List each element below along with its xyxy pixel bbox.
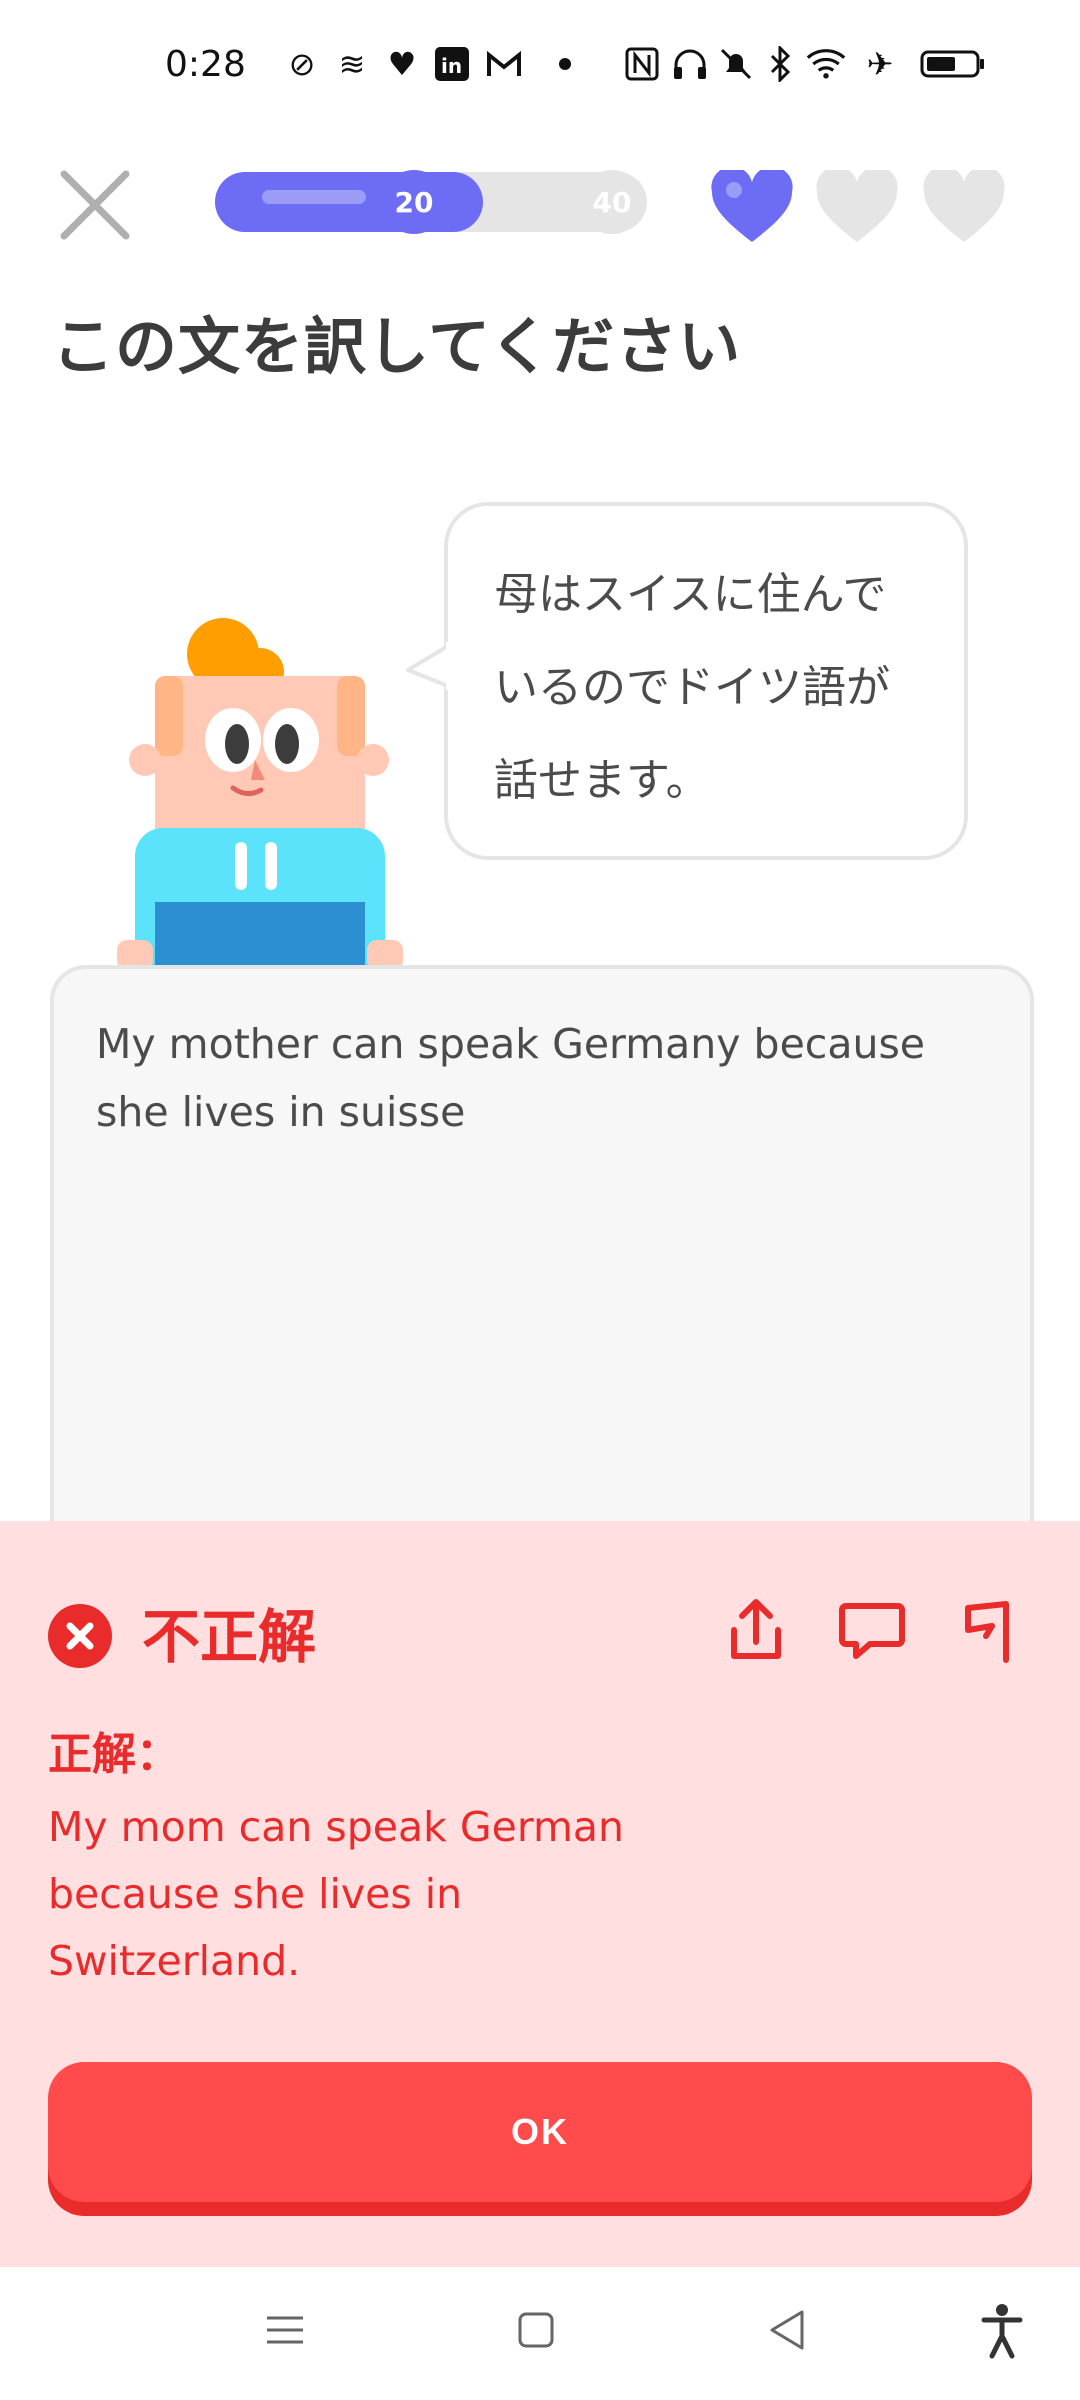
status-time: 0:28: [165, 44, 246, 85]
share-icon[interactable]: [720, 1594, 792, 1666]
correct-answer-label: 正解：: [48, 1729, 180, 1780]
home-icon[interactable]: [506, 2300, 566, 2360]
incorrect-icon: [48, 1604, 112, 1668]
nfc-icon: [622, 44, 662, 84]
airplane-icon: ✈: [866, 45, 894, 83]
correct-answer-line: Switzerland.: [48, 1937, 301, 1985]
headphones-icon: [670, 44, 710, 84]
back-icon[interactable]: [758, 2300, 818, 2360]
accessibility-icon[interactable]: [972, 2300, 1032, 2360]
speech-bubble-tail: [404, 642, 454, 690]
heart-app-icon: ♥: [387, 45, 417, 83]
flag-icon[interactable]: [954, 1594, 1026, 1666]
close-icon[interactable]: [58, 168, 132, 242]
correct-answer-line: My mom can speak German: [48, 1803, 625, 1851]
correct-answer: My mom can speak German because she live…: [48, 1794, 688, 1995]
bluetooth-icon: [760, 44, 800, 84]
character-illustration: [115, 610, 405, 972]
linkedin-icon: in: [432, 44, 472, 84]
svg-text:in: in: [441, 54, 462, 78]
answer-line: she lives in suisse: [96, 1088, 466, 1136]
heart-empty-icon: [922, 166, 1006, 244]
ok-button[interactable]: OK: [48, 2062, 1032, 2202]
gmail-icon: [484, 44, 524, 84]
milestone-40: 40: [580, 170, 644, 234]
answer-text: My mother can speak Germany because she …: [96, 1010, 976, 1146]
comment-icon[interactable]: [836, 1594, 908, 1666]
heart-empty-icon: [815, 166, 899, 244]
prompt-line: 話せます。: [494, 755, 710, 806]
correct-answer-line: because she lives in: [48, 1870, 463, 1918]
milestone-20: 20: [382, 170, 446, 234]
wifi-icon: [806, 44, 846, 84]
app-icon: ≋: [338, 45, 366, 83]
heart-filled-icon: [710, 166, 794, 244]
dot-icon: [545, 44, 585, 84]
prompt-sentence[interactable]: 母はスイスに住んで いるのでドイツ語が 話せます。: [494, 548, 934, 827]
result-status: 不正解: [142, 1603, 317, 1671]
menu-icon[interactable]: [255, 2300, 315, 2360]
sync-off-icon: ⊘: [288, 45, 316, 83]
prompt-line: 母はスイスに住んで: [494, 569, 887, 620]
progress-highlight: [262, 190, 366, 204]
answer-line: My mother can speak Germany because: [96, 1020, 926, 1068]
prompt-line: いるのでドイツ語が: [494, 662, 890, 713]
battery-icon: [918, 44, 988, 84]
page-title: この文を訳してください: [52, 310, 742, 383]
bell-off-icon: [716, 44, 756, 84]
